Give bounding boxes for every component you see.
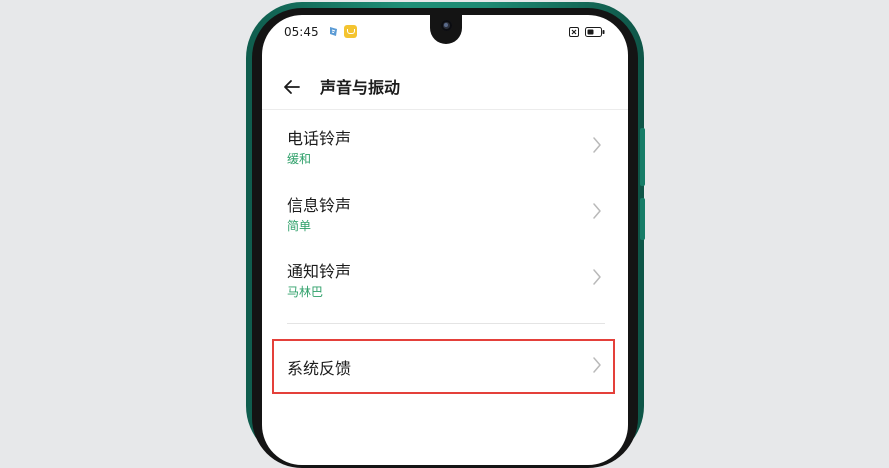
notification-ringtone-item[interactable]: 通知铃声 马林巴 — [262, 258, 628, 318]
highlight-annotation — [272, 339, 615, 394]
message-ringtone-item[interactable]: 信息铃声 简单 — [262, 192, 628, 252]
chevron-right-icon — [593, 269, 601, 285]
notification-ringtone-value: 马林巴 — [287, 285, 324, 299]
section-divider — [287, 323, 605, 324]
phone-ringtone-label: 电话铃声 — [287, 129, 352, 148]
chevron-right-icon — [593, 137, 601, 153]
front-camera-icon — [441, 20, 452, 31]
chevron-right-icon — [593, 203, 601, 219]
no-sim-icon — [569, 27, 579, 37]
phone-ringtone-item[interactable]: 电话铃声 缓和 — [262, 125, 628, 185]
message-ringtone-label: 信息铃声 — [287, 196, 352, 215]
app-notification-icon — [330, 27, 337, 36]
notification-ringtone-label: 通知铃声 — [287, 262, 352, 281]
header-divider — [262, 109, 628, 110]
page-title: 声音与振动 — [320, 78, 401, 97]
back-arrow-icon[interactable] — [280, 75, 304, 99]
message-ringtone-value: 简单 — [287, 219, 312, 233]
gift-notification-icon — [344, 25, 357, 38]
power-button — [640, 198, 645, 240]
battery-icon — [585, 27, 605, 37]
camera-notch — [430, 15, 462, 44]
phone-screen: 05:45 声音与振动 电话铃声 缓和 信息铃声 简单 通知铃声 马林巴 系统反… — [262, 15, 628, 465]
volume-button — [640, 128, 645, 186]
page-header: 声音与振动 — [262, 65, 628, 109]
phone-ringtone-value: 缓和 — [287, 152, 312, 166]
status-time: 05:45 — [284, 25, 319, 39]
